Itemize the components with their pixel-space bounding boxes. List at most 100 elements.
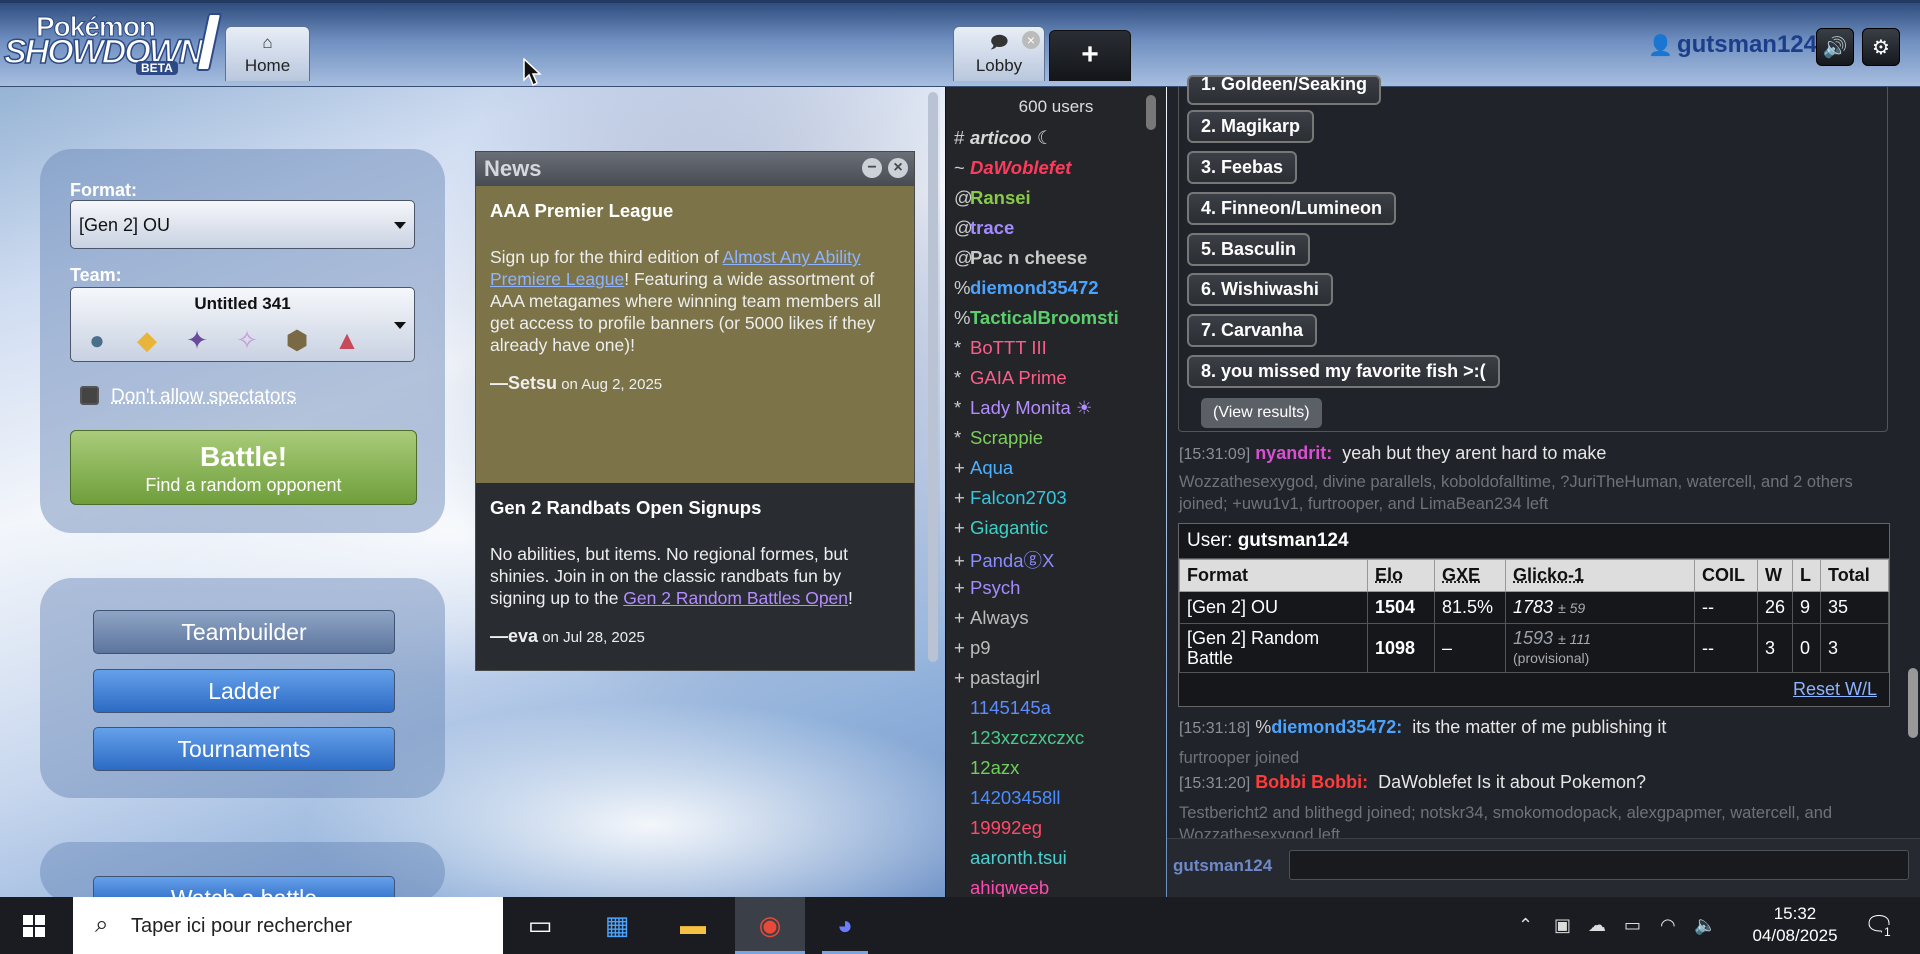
tab-lobby[interactable]: 🗩 Lobby × xyxy=(953,26,1045,81)
new-tab-button[interactable]: + xyxy=(1049,30,1131,81)
user-list-item[interactable]: @Pac n cheese xyxy=(946,247,1166,277)
user-name: aaronth.tsui xyxy=(970,847,1067,868)
poll-option[interactable]: 1. Goldeen/Seaking xyxy=(1187,75,1382,105)
user-rank: # xyxy=(954,127,965,148)
volume-icon[interactable]: 🔈 xyxy=(1694,915,1716,936)
close-tab-icon[interactable]: × xyxy=(1022,31,1040,49)
poll-option[interactable]: 5. Basculin xyxy=(1187,233,1311,266)
chat-scrollbar[interactable] xyxy=(1908,668,1918,738)
news-item: AAA Premier League Sign up for the third… xyxy=(476,186,914,483)
start-button[interactable] xyxy=(0,897,70,954)
chat-username[interactable]: diemond35472: xyxy=(1271,717,1402,737)
team-select[interactable]: Untitled 341 ● ◆ ✦ ✧ ⬢ ▲ xyxy=(70,287,415,362)
user-list-item[interactable]: + Psych xyxy=(946,577,1166,607)
battle-button-sublabel: Find a random opponent xyxy=(145,475,342,495)
user-list-item[interactable]: + Aqua xyxy=(946,457,1166,487)
onedrive-icon[interactable]: ☁ xyxy=(1588,915,1606,936)
user-list-item[interactable]: + PandaⓖX xyxy=(946,547,1166,577)
view-results-button[interactable]: (View results) xyxy=(1201,398,1322,428)
poll-option[interactable]: 6. Wishiwashi xyxy=(1187,273,1333,306)
speaker-icon: 🔊 xyxy=(1822,37,1848,59)
user-list-item[interactable]: + Falcon2703 xyxy=(946,487,1166,517)
user-list-scrollbar[interactable] xyxy=(1146,95,1156,130)
wifi-icon[interactable]: ◠ xyxy=(1660,915,1676,936)
poll-option[interactable]: 2. Magikarp xyxy=(1187,110,1315,143)
file-explorer-icon[interactable]: ▬ xyxy=(658,897,728,954)
poll-option[interactable]: 7. Carvanha xyxy=(1187,314,1318,347)
user-menu[interactable]: 👤 gutsman124 xyxy=(1648,31,1817,59)
user-list-item[interactable]: aaronth.tsui xyxy=(946,847,1166,877)
chat-input[interactable] xyxy=(1289,850,1909,880)
taskbar-search[interactable]: ⌕ Taper ici pour rechercher xyxy=(73,897,503,954)
settings-button[interactable]: ⚙ xyxy=(1862,28,1900,66)
checkbox-box[interactable] xyxy=(80,386,99,405)
no-spectators-checkbox[interactable]: Don't allow spectators xyxy=(80,386,296,408)
task-view-icon[interactable]: ▭ xyxy=(505,897,575,954)
chrome-icon[interactable]: ◉ xyxy=(735,897,805,954)
user-list-item[interactable]: ahiqweeb xyxy=(946,877,1166,897)
close-icon[interactable]: × xyxy=(888,158,908,178)
user-list-item[interactable]: @trace xyxy=(946,217,1166,247)
timestamp: [15:31:09] xyxy=(1179,446,1251,463)
user-list-item[interactable]: 1145145a xyxy=(946,697,1166,727)
notification-center[interactable]: 🗨 1 xyxy=(1864,911,1894,940)
discord-icon[interactable]: ◕ xyxy=(810,897,880,954)
chat-username[interactable]: nyandrit: xyxy=(1255,443,1332,463)
meet-now-icon[interactable]: ▣ xyxy=(1554,915,1571,936)
main-scrollbar[interactable] xyxy=(928,92,938,662)
sound-button[interactable]: 🔊 xyxy=(1816,28,1854,66)
news-link[interactable]: Gen 2 Random Battles Open xyxy=(623,588,848,608)
battle-button[interactable]: Battle! Find a random opponent xyxy=(70,430,417,505)
system-message: Wozzathesexygod, divine parallels, kobol… xyxy=(1179,473,1853,513)
poll-option[interactable]: 3. Feebas xyxy=(1187,151,1298,184)
col-wins: W xyxy=(1756,559,1794,592)
clock[interactable]: 15:32 04/08/2025 xyxy=(1740,903,1850,947)
user-name: Falcon2703 xyxy=(970,487,1067,508)
minimize-icon[interactable]: − xyxy=(862,158,882,178)
user-rank: * xyxy=(954,367,962,388)
battery-icon[interactable]: ▭ xyxy=(1624,915,1641,936)
user-list-item[interactable]: %diemond35472 xyxy=(946,277,1166,307)
user-list-item[interactable]: # articoo ☾ xyxy=(946,127,1166,157)
user-list-item[interactable]: 19992eg xyxy=(946,817,1166,847)
user-rank: + xyxy=(954,517,965,538)
ladder-button[interactable]: Ladder xyxy=(93,669,395,713)
system-message: furtrooper joined xyxy=(1179,749,1300,767)
poll-option[interactable]: 4. Finneon/Lumineon xyxy=(1187,192,1396,225)
pokemon-showdown-logo[interactable]: Pokémon SHOWDOWN! BETA xyxy=(3,9,223,77)
glicko-value: 1783 xyxy=(1513,597,1554,617)
user-list-item[interactable]: * Scrappie xyxy=(946,427,1166,457)
user-list-item[interactable]: * BoTTT III xyxy=(946,337,1166,367)
chat-message: [15:31:20] Bobbi Bobbi: DaWoblefet Is it… xyxy=(1179,772,1646,793)
user-list-item[interactable]: + p9 xyxy=(946,637,1166,667)
user-list-item[interactable]: * Lady Monita ☀ xyxy=(946,397,1166,427)
format-select[interactable]: [Gen 2] OU xyxy=(70,200,415,249)
reset-wl-link[interactable]: Reset W/L xyxy=(1793,679,1877,700)
col-losses: L xyxy=(1792,559,1822,592)
user-list-item[interactable]: * GAIA Prime xyxy=(946,367,1166,397)
teambuilder-button[interactable]: Teambuilder xyxy=(93,610,395,654)
user-list-item[interactable]: %TacticalBroomsti xyxy=(946,307,1166,337)
clock-time: 15:32 xyxy=(1773,904,1817,923)
chevron-up-icon[interactable]: ⌃ xyxy=(1518,915,1533,936)
user-rank: + xyxy=(954,637,965,658)
user-name: 123xzczxczxc xyxy=(970,727,1085,748)
microsoft-store-icon[interactable]: ▦ xyxy=(582,897,652,954)
user-rank: + xyxy=(954,487,965,508)
system-message: Testbericht2 and blithegd joined; notskr… xyxy=(1179,804,1833,838)
chat-own-username[interactable]: gutsman124 xyxy=(1173,856,1272,876)
user-list-item[interactable]: + pastagirl xyxy=(946,667,1166,697)
user-list-item[interactable]: ~ DaWoblefet xyxy=(946,157,1166,187)
user-list-item[interactable]: 123xzczxczxc xyxy=(946,727,1166,757)
user-name: PandaⓖX xyxy=(970,550,1055,571)
user-list-item[interactable]: @Ransei xyxy=(946,187,1166,217)
user-list-item[interactable]: + Always xyxy=(946,607,1166,637)
user-list-item[interactable]: 14203458ll xyxy=(946,787,1166,817)
user-list-item[interactable]: 12azx xyxy=(946,757,1166,787)
poll-option[interactable]: 8. you missed my favorite fish >:( xyxy=(1187,355,1500,388)
user-list-item[interactable]: + Giagantic xyxy=(946,517,1166,547)
chat-username[interactable]: Bobbi Bobbi: xyxy=(1255,772,1368,792)
tab-home[interactable]: ⌂ Home xyxy=(225,26,310,81)
tournaments-button[interactable]: Tournaments xyxy=(93,727,395,771)
user-name: 19992eg xyxy=(970,817,1043,838)
